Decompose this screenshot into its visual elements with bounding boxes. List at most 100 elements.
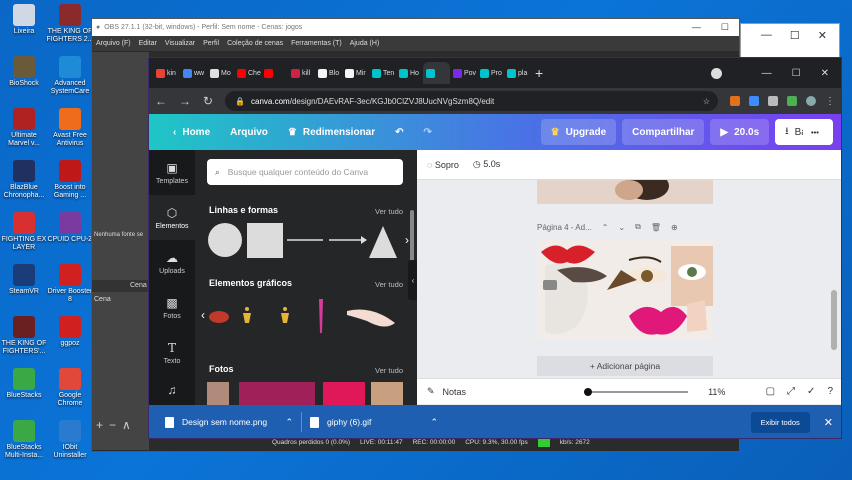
chevron-up-icon[interactable]: ⌃ [285,417,293,428]
new-tab-icon[interactable]: + [535,65,543,81]
browser-tab[interactable]: kill [288,62,315,84]
chevron-right-icon[interactable]: › [405,233,409,247]
puzzle-icon[interactable] [768,96,778,106]
reload-icon[interactable]: ↻ [203,94,213,108]
hand-graphic[interactable] [687,300,707,332]
canvas-scrollbar[interactable] [831,290,837,350]
search-input[interactable]: ⌕ Busque qualquer conteúdo do Canva [207,159,403,185]
browser-tab[interactable]: Pro [477,62,504,84]
desktop-icon[interactable]: SteamVR [0,264,48,296]
page-3-preview[interactable] [537,172,713,204]
zoom-slider[interactable] [584,387,689,396]
earring-graphic[interactable] [243,307,251,323]
notes-button[interactable]: Notas [443,387,467,397]
page-count-icon[interactable]: ▢ [766,386,775,397]
forward-icon[interactable]: → [179,94,191,108]
desktop-icon[interactable]: THE KING OF FIGHTERS 2... [46,4,94,44]
share-button[interactable]: Compartilhar [622,119,705,145]
download-item[interactable]: Design sem nome.png ⌃ [165,416,293,428]
photo-thumb[interactable] [239,382,315,405]
timing-button[interactable]: ◷ 5.0s [473,159,500,170]
resize-button[interactable]: ♛ Redimensionar [278,119,385,145]
panel-scrollbar[interactable] [410,210,414,266]
photo-thumb[interactable] [323,382,365,405]
desktop-icon[interactable]: FIGHTING EX LAYER [0,212,48,252]
desktop-icon[interactable]: Ultimate Marvel v... [0,108,48,148]
upgrade-button[interactable]: ♛ Upgrade [540,119,617,145]
rail-templates[interactable]: ▣ Templates [149,150,195,195]
see-all-link[interactable]: Ver tudo [375,366,403,375]
bookmark-star-icon[interactable]: ☆ [703,97,718,106]
obs-menu-item[interactable]: Ajuda (H) [350,40,380,47]
desktop-icon[interactable]: Avast Free Antivirus [46,108,94,148]
page-title[interactable]: Página 4 - Ad... [537,223,592,232]
minimize-icon[interactable]: — [692,22,701,33]
see-all-link[interactable]: Ver tudo [375,280,403,289]
chevron-down-icon[interactable]: ⌄ [618,223,625,232]
download-item[interactable]: giphy (6).gif ⌃ [310,416,438,428]
obs-menu-item[interactable]: Editar [139,40,157,47]
play-button[interactable]: ▶ 20.0s [710,119,770,145]
home-button[interactable]: ‹ Home [163,119,220,145]
redo-button[interactable]: ↷ [414,119,442,145]
obs-menu-item[interactable]: Arquivo (F) [96,40,131,47]
check-icon[interactable]: ✓ [807,386,815,397]
close-icon[interactable]: ✕ [818,416,841,429]
obs-menu-item[interactable]: Ferramentas (T) [291,40,342,47]
browser-tab[interactable]: Che [234,62,261,84]
desktop-icon[interactable]: CPUID CPU-Z [46,212,94,244]
file-button[interactable]: Arquivo [220,119,278,145]
browser-tab[interactable]: Ten [369,62,396,84]
fullscreen-icon[interactable]: ⤢ [787,386,795,397]
browser-tab[interactable]: Ho [396,62,423,84]
effect-button[interactable]: ◌ Sopro [427,160,459,170]
add-page-button[interactable]: + Adicionar página [537,356,713,376]
circle-shape[interactable] [208,223,242,257]
close-icon[interactable]: ✕ [818,29,827,42]
desktop-icon[interactable]: IObit Uninstaller [46,420,94,460]
brush-graphic[interactable] [319,299,323,333]
minimize-icon[interactable]: — [762,68,772,79]
obs-menu-item[interactable]: Perfil [203,40,219,47]
browser-tab[interactable]: Mir [342,62,369,84]
extension-icon[interactable] [749,96,759,106]
tab-search-icon[interactable] [710,67,722,79]
show-all-button[interactable]: Exibir todos [750,411,810,433]
page-4-canvas[interactable] [537,240,713,340]
rail-photos[interactable]: ▩ Fotos [149,285,195,330]
desktop-icon[interactable]: Lixeira [0,4,48,36]
desktop-icon[interactable]: Driver Booster 8 [46,264,94,304]
photo-thumb[interactable] [207,382,229,405]
back-icon[interactable]: ← [155,94,167,108]
rail-uploads[interactable]: ☁ Uploads [149,240,195,285]
desktop-icon[interactable]: BlazBlue Chronopha... [0,160,48,200]
add-icon[interactable]: + [96,418,103,432]
scene-item[interactable]: Cena [94,296,111,303]
maximize-icon[interactable]: ☐ [792,68,801,79]
earring-graphic[interactable] [281,307,289,323]
notes-icon[interactable]: ✎ [427,386,435,397]
maximize-icon[interactable]: ☐ [721,22,729,33]
browser-tab[interactable]: Blo [315,62,342,84]
browser-tab[interactable] [423,62,450,84]
desktop-icon[interactable]: Google Chrome [46,368,94,408]
desktop-icon[interactable]: Boost into Gaming ... [46,160,94,200]
photo-thumb[interactable] [371,382,403,405]
trash-icon[interactable]: 🗑 [651,223,661,232]
desktop-icon[interactable]: Advanced SystemCare [46,56,94,96]
chevron-up-icon[interactable]: ⌃ [430,417,438,428]
desktop-icon[interactable]: BioShock [0,56,48,88]
more-button[interactable]: ••• [803,119,827,145]
avatar[interactable] [806,96,816,106]
collapse-panel-button[interactable]: ‹ [408,260,417,300]
remove-icon[interactable]: − [109,418,116,432]
hand-graphic[interactable] [347,309,395,327]
minimize-icon[interactable]: — [761,29,772,41]
add-page-icon[interactable]: ⊕ [671,223,678,232]
triangle-shape[interactable] [369,226,397,258]
hairdryer-graphic[interactable] [543,280,557,290]
undo-button[interactable]: ↶ [385,119,413,145]
rail-text[interactable]: T Texto [149,330,195,375]
browser-tab[interactable] [261,62,288,84]
duplicate-icon[interactable]: ⧉ [635,222,641,232]
